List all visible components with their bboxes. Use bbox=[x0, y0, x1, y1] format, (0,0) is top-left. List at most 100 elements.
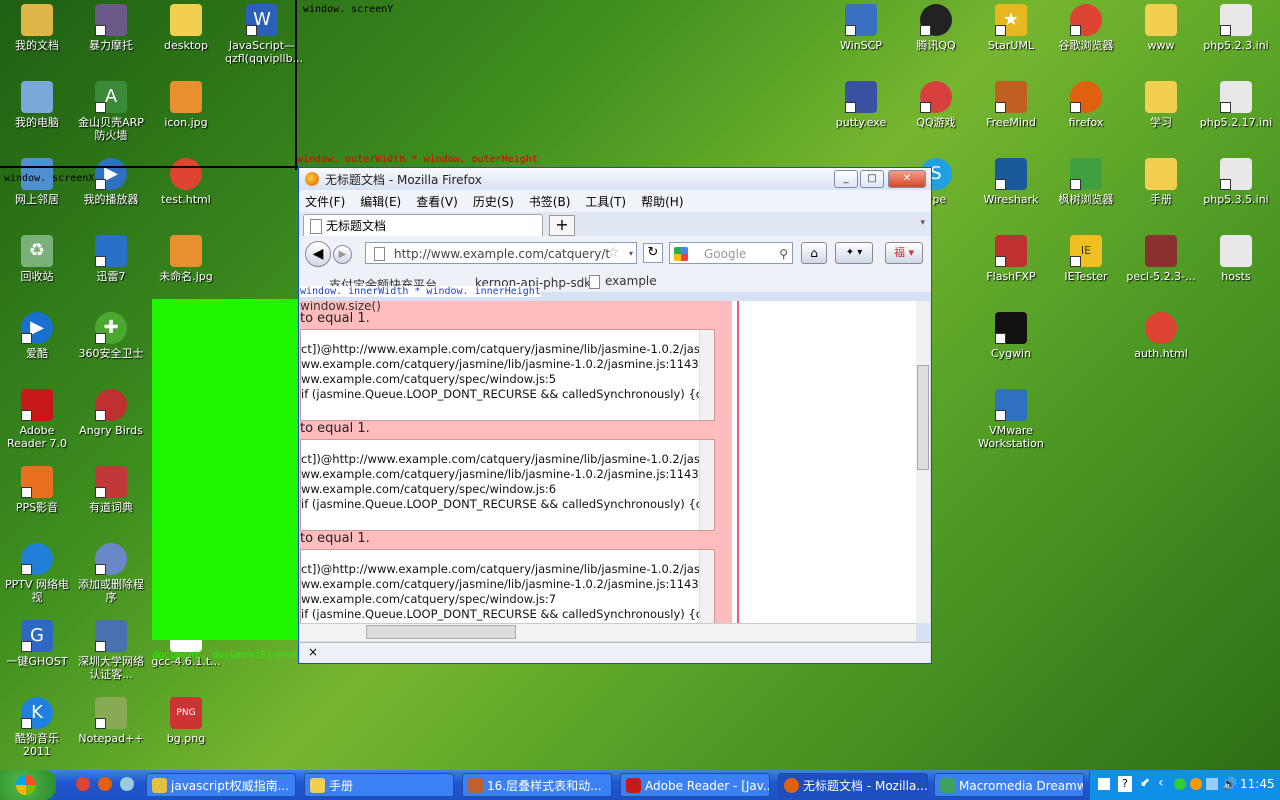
desktop-icon-flashfxp[interactable]: FlashFXP bbox=[974, 235, 1048, 283]
new-tab-button[interactable]: + bbox=[549, 215, 575, 236]
page-horizontal-scrollbar[interactable] bbox=[300, 623, 916, 641]
desktop-icon-ietester[interactable]: IE IETester bbox=[1049, 235, 1123, 283]
tab-list-chevron-icon[interactable]: ▾ bbox=[920, 218, 925, 228]
desktop-icon-arp-firewall[interactable]: A 金山贝壳ARP防火墙 bbox=[74, 81, 148, 142]
taskbar-item-dreamweaver[interactable]: Macromedia Dreamw... bbox=[934, 773, 1084, 797]
stack-trace-box[interactable]: ct])@http://www.example.com/catquery/jas… bbox=[300, 549, 715, 623]
status-close-icon[interactable]: × bbox=[308, 645, 318, 659]
desktop-icon-php5217[interactable]: php5.2.17.ini bbox=[1199, 81, 1273, 129]
desktop-icon-adobe-reader[interactable]: Adobe Reader 7.0 bbox=[0, 389, 74, 450]
menu-help[interactable]: 帮助(H) bbox=[641, 193, 683, 210]
desktop-icon-360[interactable]: ✚ 360安全卫士 bbox=[74, 312, 148, 360]
desktop-icon-js-doc[interactable]: W JavaScript—qzfl(qqvipllb... bbox=[225, 4, 303, 65]
magnifier-icon[interactable]: ⚲ bbox=[779, 243, 788, 265]
desktop-icon-cygwin[interactable]: Cygwin bbox=[974, 312, 1048, 360]
close-button[interactable]: ✕ bbox=[888, 170, 926, 188]
desktop-icon-firefox[interactable]: firefox bbox=[1049, 81, 1123, 129]
desktop-icon-thunder[interactable]: 迅雷7 bbox=[74, 235, 148, 283]
back-button[interactable]: ◀ bbox=[305, 241, 331, 267]
stack-trace-box[interactable]: ct])@http://www.example.com/catquery/jas… bbox=[300, 329, 715, 421]
stack-scrollbar[interactable] bbox=[699, 330, 714, 420]
desktop-icon-chrome[interactable]: 谷歌浏览器 bbox=[1049, 4, 1123, 52]
page-content[interactable]: window.size() to equal 1. ct])@http://ww… bbox=[300, 301, 930, 623]
tray-expand-icon[interactable]: ‹ bbox=[1158, 775, 1164, 791]
keyboard-icon[interactable] bbox=[1098, 778, 1110, 790]
desktop-icon-winscp[interactable]: WinSCP bbox=[824, 4, 898, 52]
desktop-icon-desktop-folder[interactable]: desktop bbox=[149, 4, 223, 52]
search-bar[interactable]: Google ⚲ bbox=[669, 242, 793, 264]
menu-tools[interactable]: 工具(T) bbox=[585, 193, 626, 210]
desktop-icon-aiku[interactable]: ▶ 爱酷 bbox=[0, 312, 74, 360]
horizontal-scroll-thumb[interactable] bbox=[366, 625, 516, 639]
desktop-icon-vmware[interactable]: VMware Workstation bbox=[974, 389, 1048, 450]
desktop-icon-szu-auth[interactable]: 深圳大学网络认证客... bbox=[74, 620, 148, 681]
taskbar-item-adobe-reader[interactable]: Adobe Reader - [Jav... bbox=[620, 773, 770, 797]
maximize-button[interactable]: □ bbox=[860, 170, 884, 188]
desktop-icon-my-documents[interactable]: 我的文档 bbox=[0, 4, 74, 52]
taskbar-item-js-guide[interactable]: javascript权威指南... bbox=[146, 773, 296, 797]
taskbar-item-css-doc[interactable]: 16.层叠样式表和动... bbox=[462, 773, 612, 797]
menu-bookmarks[interactable]: 书签(B) bbox=[529, 193, 571, 210]
desktop-icon-qq[interactable]: 腾讯QQ bbox=[899, 4, 973, 52]
menu-view[interactable]: 查看(V) bbox=[416, 193, 458, 210]
minimize-button[interactable]: _ bbox=[834, 170, 858, 188]
volume-icon[interactable]: 🔊 bbox=[1222, 777, 1237, 791]
menu-edit[interactable]: 编辑(E) bbox=[360, 193, 401, 210]
vertical-scroll-thumb[interactable] bbox=[917, 365, 929, 470]
addon-toolbar-icon[interactable]: ✦ ▾ bbox=[835, 242, 873, 264]
desktop-icon-php535[interactable]: php5.3.5.ini bbox=[1199, 158, 1273, 206]
desktop-icon-kugou[interactable]: K 酷狗音乐 2011 bbox=[0, 697, 74, 758]
help-icon[interactable]: ? bbox=[1118, 776, 1132, 792]
reload-icon[interactable]: ↻ bbox=[643, 243, 663, 263]
url-bar[interactable]: http://www.example.com/catquery/t bbox=[365, 242, 637, 264]
qq-tray-icon[interactable] bbox=[1190, 778, 1202, 790]
desktop-icon-study-folder[interactable]: 学习 bbox=[1124, 81, 1198, 129]
start-button[interactable] bbox=[0, 770, 56, 800]
desktop-icon-pptv[interactable]: PPTV 网络电视 bbox=[0, 543, 74, 604]
url-dropdown-icon[interactable]: ▾ bbox=[629, 249, 633, 258]
security-icon[interactable] bbox=[1174, 778, 1186, 790]
desktop-icon-www[interactable]: www bbox=[1124, 4, 1198, 52]
fortune-addon-icon[interactable]: 福 ▾ bbox=[885, 242, 923, 264]
menu-history[interactable]: 历史(S) bbox=[473, 193, 514, 210]
desktop-icon-qqgame[interactable]: QQ游戏 bbox=[899, 81, 973, 129]
desktop-icon-add-remove[interactable]: 添加或删除程序 bbox=[74, 543, 148, 604]
desktop-icon-hosts[interactable]: hosts bbox=[1199, 235, 1273, 283]
firefox-quicklaunch-icon[interactable] bbox=[98, 777, 112, 791]
home-icon[interactable]: ⌂ bbox=[801, 242, 827, 264]
ime-icon[interactable]: ⬋ bbox=[1140, 775, 1150, 789]
chrome-quicklaunch-icon[interactable] bbox=[76, 777, 90, 791]
desktop-icon-bg-png[interactable]: PNG bg.png bbox=[149, 697, 223, 745]
desktop-icon-freemind[interactable]: FreeMind bbox=[974, 81, 1048, 129]
stack-trace-box[interactable]: ct])@http://www.example.com/catquery/jas… bbox=[300, 439, 715, 531]
clock[interactable]: 11:45 bbox=[1240, 777, 1275, 791]
desktop-icon-maple[interactable]: 枫树浏览器 bbox=[1049, 158, 1123, 206]
desktop-icon-recycle-bin[interactable]: ♻ 回收站 bbox=[0, 235, 74, 283]
desktop-icon-pps[interactable]: PPS影音 bbox=[0, 466, 74, 514]
tab-untitled[interactable]: 无标题文档 bbox=[303, 214, 543, 236]
desktop-icon-unnamed-jpg[interactable]: 未命名.jpg bbox=[149, 235, 223, 283]
desktop-icon-ghost[interactable]: G 一键GHOST bbox=[0, 620, 74, 668]
desktop-icon-manual-folder[interactable]: 手册 bbox=[1124, 158, 1198, 206]
desktop-icon-my-computer[interactable]: 我的电脑 bbox=[0, 81, 74, 129]
desktop-icon-youdao[interactable]: 有道词典 bbox=[74, 466, 148, 514]
bookmark-star-icon[interactable]: ☆ bbox=[607, 245, 620, 261]
taskbar-item-manual[interactable]: 手册 bbox=[304, 773, 454, 797]
desktop-icon-auth-html[interactable]: auth.html bbox=[1124, 312, 1198, 360]
firefox-window[interactable]: 无标题文档 - Mozilla Firefox _ □ ✕ 文件(F) 编辑(E… bbox=[298, 167, 932, 664]
desktop-icon-staruml[interactable]: ★ StarUML bbox=[974, 4, 1048, 52]
stack-scrollbar[interactable] bbox=[699, 440, 714, 530]
desktop-icon-php523[interactable]: php5.2.3.ini bbox=[1199, 4, 1273, 52]
desktop-icon-notepadpp[interactable]: Notepad++ bbox=[74, 697, 148, 745]
ie-quicklaunch-icon[interactable] bbox=[120, 777, 134, 791]
desktop-icon-icon-jpg[interactable]: icon.jpg bbox=[149, 81, 223, 129]
desktop-icon-putty[interactable]: putty.exe bbox=[824, 81, 898, 129]
network-tray-icon[interactable] bbox=[1206, 778, 1218, 790]
stack-scrollbar[interactable] bbox=[699, 550, 714, 623]
title-bar[interactable]: 无标题文档 - Mozilla Firefox _ □ ✕ bbox=[299, 168, 931, 190]
desktop-icon-pecl[interactable]: pecl-5.2.3-... bbox=[1124, 235, 1198, 283]
page-vertical-scrollbar[interactable] bbox=[916, 301, 930, 623]
desktop-icon-angry-birds[interactable]: Angry Birds bbox=[74, 389, 148, 437]
taskbar-item-firefox[interactable]: 无标题文档 - Mozilla... bbox=[778, 773, 928, 797]
bookmark-example[interactable]: example bbox=[589, 274, 657, 289]
